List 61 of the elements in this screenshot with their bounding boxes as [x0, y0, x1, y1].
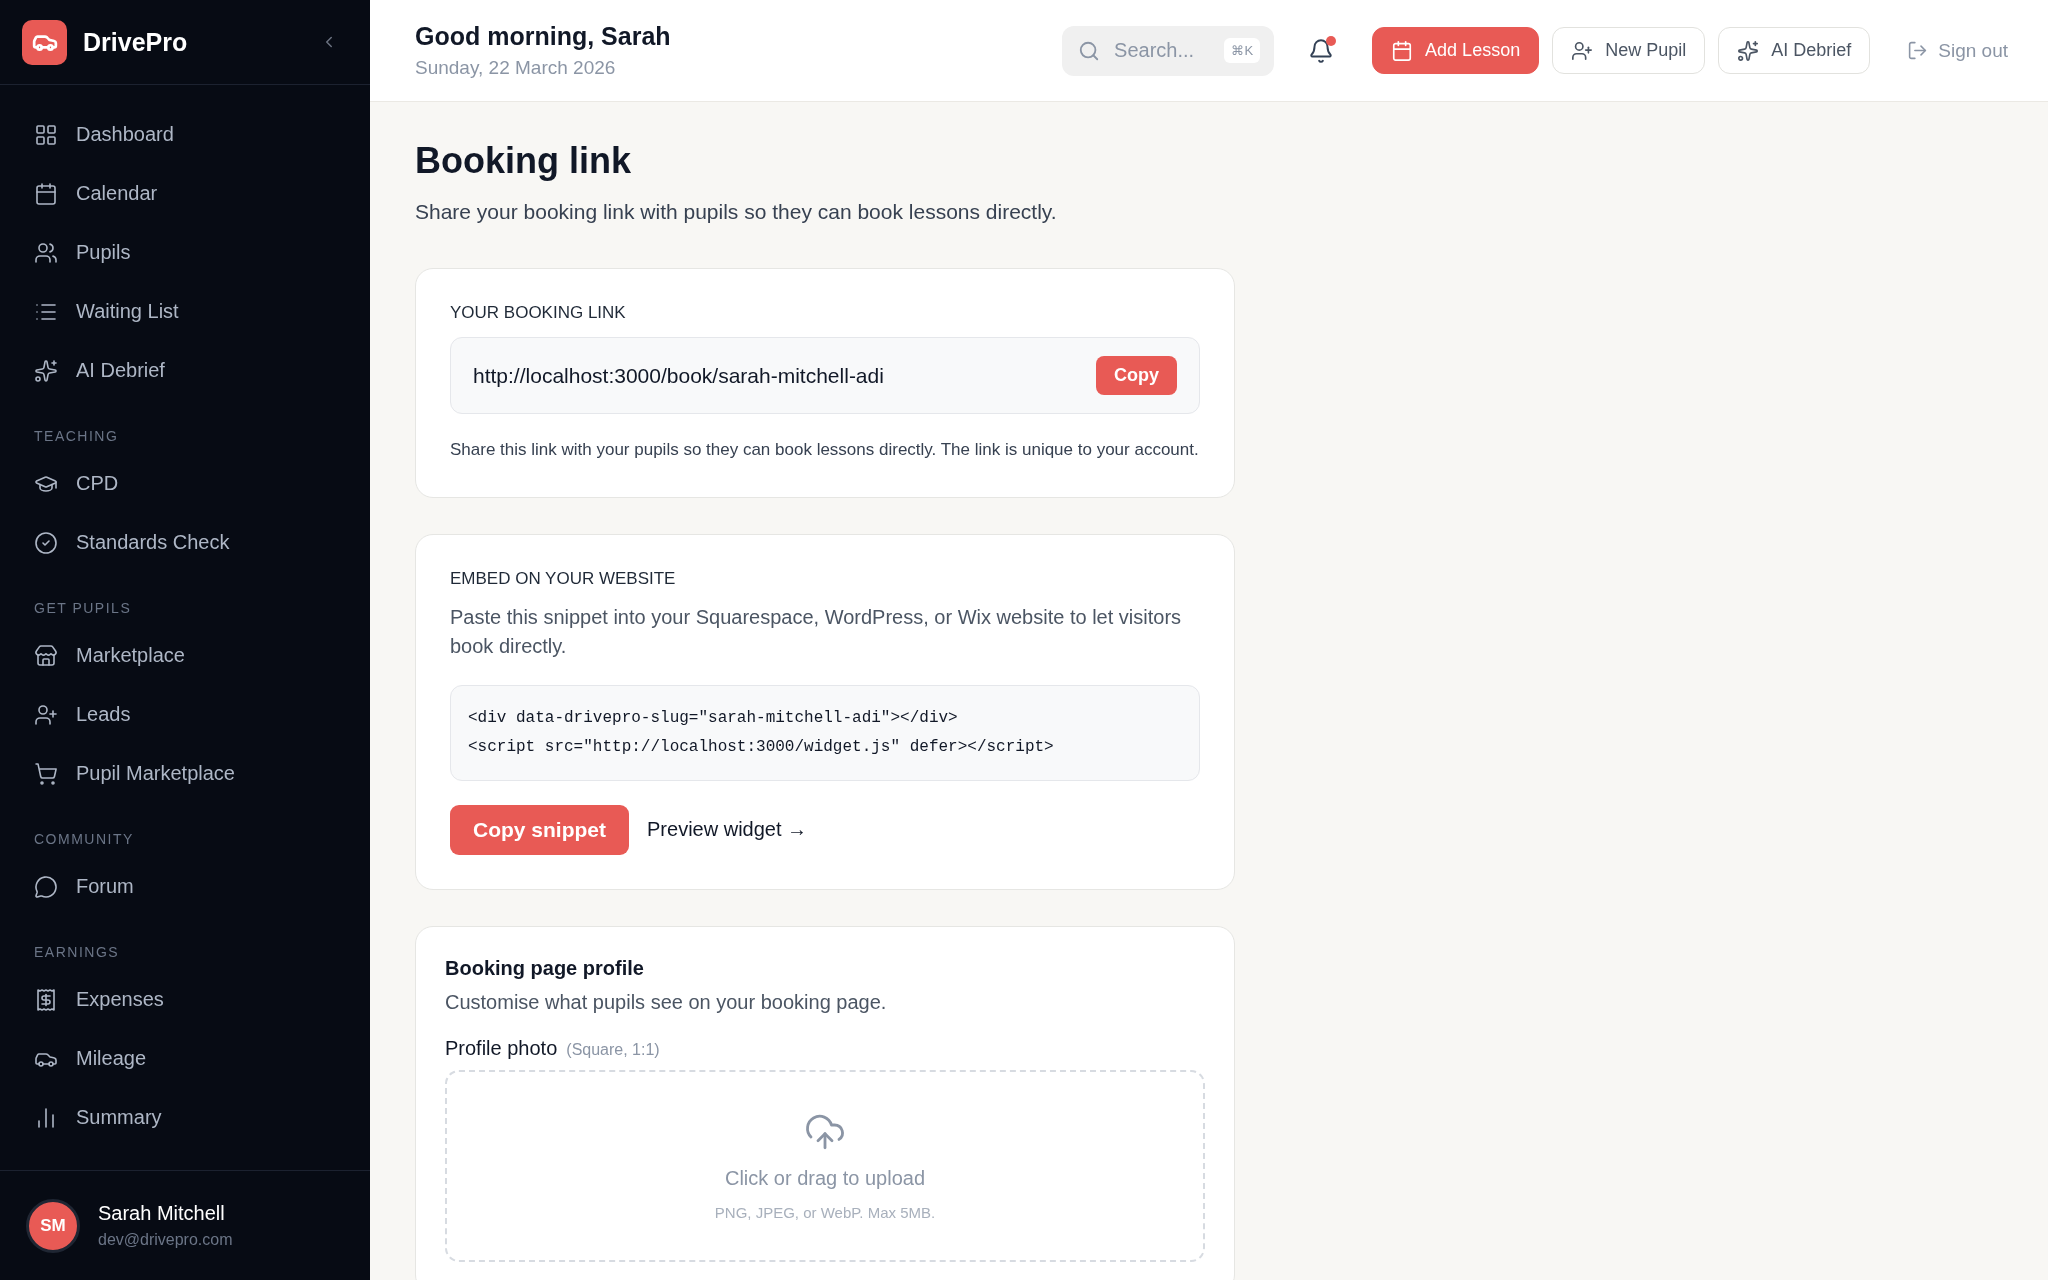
search-field[interactable]: Search... [1112, 38, 1213, 63]
shortcut-key: ⌘K [1224, 38, 1261, 63]
profile-description: Customise what pupils see on your booking page. [445, 989, 888, 1015]
card-heading: Booking page profile [445, 956, 645, 980]
brand-name: DrivePro [83, 27, 189, 57]
search-icon [1078, 39, 1101, 62]
embed-description: Paste this snippet into your Squarespace, WordPress, or Wix website to let visitors book directly. [450, 604, 1183, 659]
field-label: Profile photo [445, 1036, 558, 1060]
header-button[interactable]: New Pupil [1552, 27, 1706, 74]
header-button[interactable]: AI Debrief [1718, 27, 1871, 74]
sidebar-item[interactable]: Calendar [34, 164, 350, 223]
sidebar-item[interactable]: Standards Check [34, 513, 350, 572]
sidebar-item[interactable]: Forum [34, 857, 350, 916]
bell-icon [1308, 37, 1335, 64]
sidebar-item[interactable]: CPD [34, 454, 350, 513]
greeting: Good morning, Sarah [415, 22, 672, 51]
sidebar-item[interactable]: Summary [34, 1088, 350, 1147]
store-icon [34, 643, 58, 668]
section-label: TEACHING [34, 428, 120, 444]
card-heading: EMBED ON YOUR WEBSITE [450, 568, 677, 589]
sidebar-item[interactable]: Waiting List [34, 282, 350, 341]
sidebar-item[interactable]: AI Debrief [34, 341, 350, 400]
link-field[interactable]: http://localhost:3000/book/sarah-mitchell-adi Copy [450, 337, 1200, 414]
sidebar-item[interactable]: Leads [34, 685, 350, 744]
receipt-icon [34, 987, 58, 1012]
section-label: EARNINGS [34, 944, 121, 960]
user-plus-icon [34, 702, 58, 727]
user-plus-icon [1571, 39, 1594, 62]
sidebar-item[interactable]: Dashboard [34, 105, 350, 164]
card-heading: YOUR BOOKING LINK [450, 303, 627, 323]
upload-text: Click or drag to upload [724, 1166, 926, 1190]
user-email: dev@drivepro.com [98, 1231, 233, 1249]
sidebar-item[interactable]: Expenses [34, 970, 350, 1029]
date-text: Sunday, 22 March 2026 [415, 57, 617, 79]
calendar-icon [34, 181, 58, 206]
upload-hint: PNG, JPEG, or WebP. Max 5MB. [714, 1203, 936, 1221]
check-circle-icon [34, 530, 58, 555]
sparkles-icon [34, 358, 58, 383]
grid-icon [34, 122, 58, 147]
user-name: Sarah Mitchell [98, 1202, 226, 1225]
sign-out-icon [1907, 40, 1929, 61]
code-snippet: <div data-drivepro-slug="sarah-mitchell-adi"></div> <script src="http://localhost:3000/widget.js" defer></script> [450, 684, 1200, 781]
sidebar-item[interactable]: Mileage [34, 1029, 350, 1088]
people-icon [34, 240, 58, 265]
sidebar-item[interactable]: Marketplace [34, 626, 350, 685]
link-note: Share this link with your pupils so they can book lessons directly. The link is unique to your account. [450, 439, 1200, 461]
preview-link[interactable]: Preview widget → [647, 818, 808, 842]
chat-bubble-icon [34, 874, 58, 899]
logo-icon [22, 19, 67, 65]
sparkles-icon [1737, 39, 1760, 62]
avatar: SM [26, 1198, 80, 1253]
field-hint: (Square, 1:1) [566, 1040, 660, 1059]
sidebar-item[interactable]: Pupils [34, 223, 350, 282]
calendar-icon [1391, 39, 1414, 62]
section-label: COMMUNITY [34, 831, 135, 847]
sidebar-item[interactable]: Pupil Marketplace [34, 744, 350, 803]
section-label: GET PUPILS [34, 600, 133, 616]
cart-icon [34, 761, 58, 786]
booking-url: http://localhost:3000/book/sarah-mitchell-adi [473, 363, 885, 388]
page-title: Booking link [415, 140, 632, 182]
page-subtitle: Share your booking link with pupils so they can book lessons directly. [415, 200, 1058, 224]
